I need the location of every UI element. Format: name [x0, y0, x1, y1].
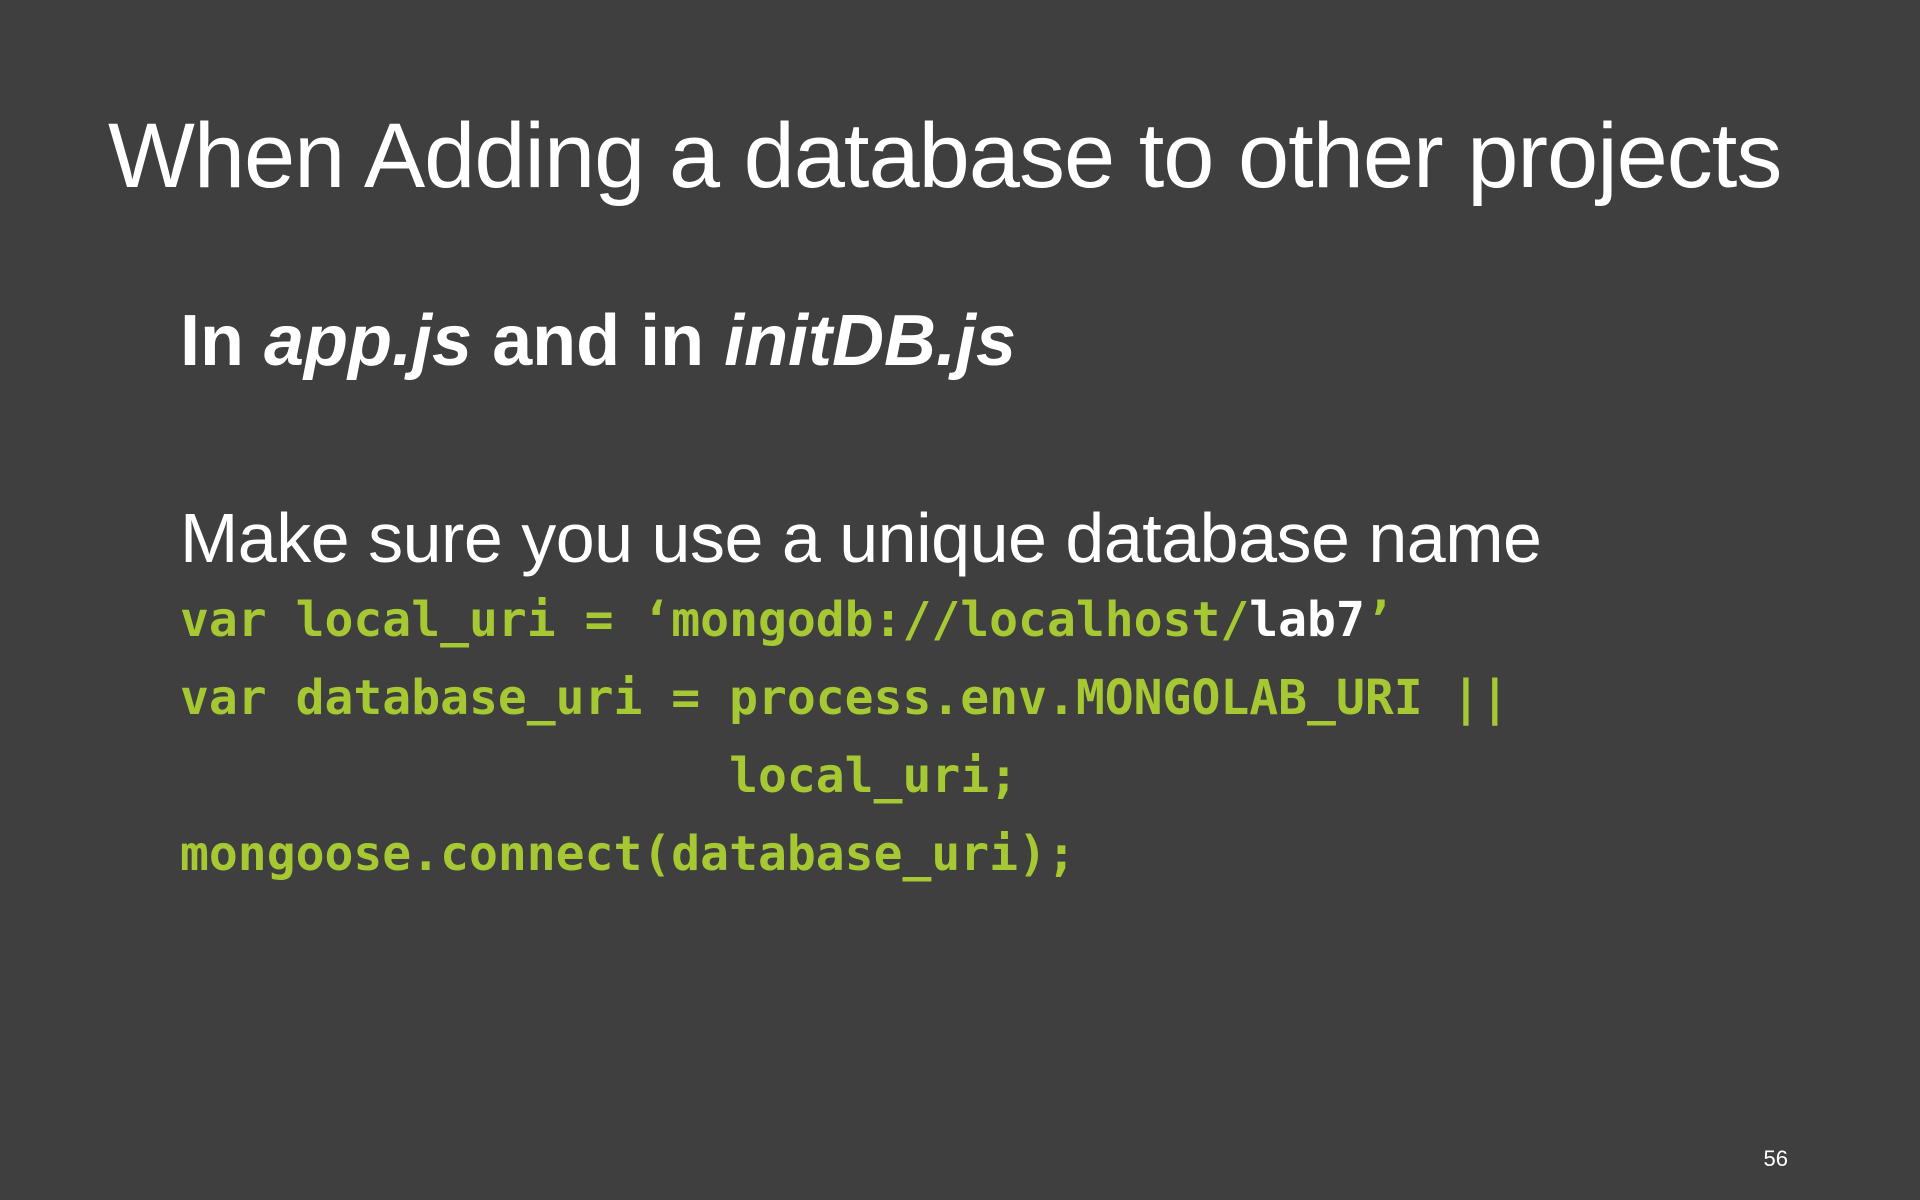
code-line-4: mongoose.connect(database_uri);: [180, 826, 1076, 882]
subtitle-middle: and in: [472, 301, 725, 381]
code-line-1: var local_uri = ‘mongodb://localhost/lab…: [180, 590, 1394, 650]
code-line-3: local_uri;: [180, 748, 1019, 804]
subtitle-prefix: In: [180, 301, 264, 381]
code-line-2: var database_uri = process.env.MONGOLAB_…: [180, 670, 1510, 726]
code-line-1-post: ’: [1364, 592, 1394, 648]
subtitle-file-app: app.js: [264, 301, 473, 381]
slide-subtitle: In app.js and in initDB.js: [180, 298, 1016, 384]
body-text: Make sure you use a unique database name: [180, 499, 1542, 577]
code-line-1-pre: var local_uri = ‘mongodb://localhost/: [180, 592, 1250, 648]
code-database-name: lab7: [1249, 592, 1365, 648]
page-number: 56: [1763, 1146, 1788, 1171]
slide: When Adding a database to other projects…: [0, 0, 1920, 1200]
slide-title: When Adding a database to other projects: [108, 105, 1782, 207]
subtitle-file-initdb: initDB.js: [724, 301, 1017, 381]
